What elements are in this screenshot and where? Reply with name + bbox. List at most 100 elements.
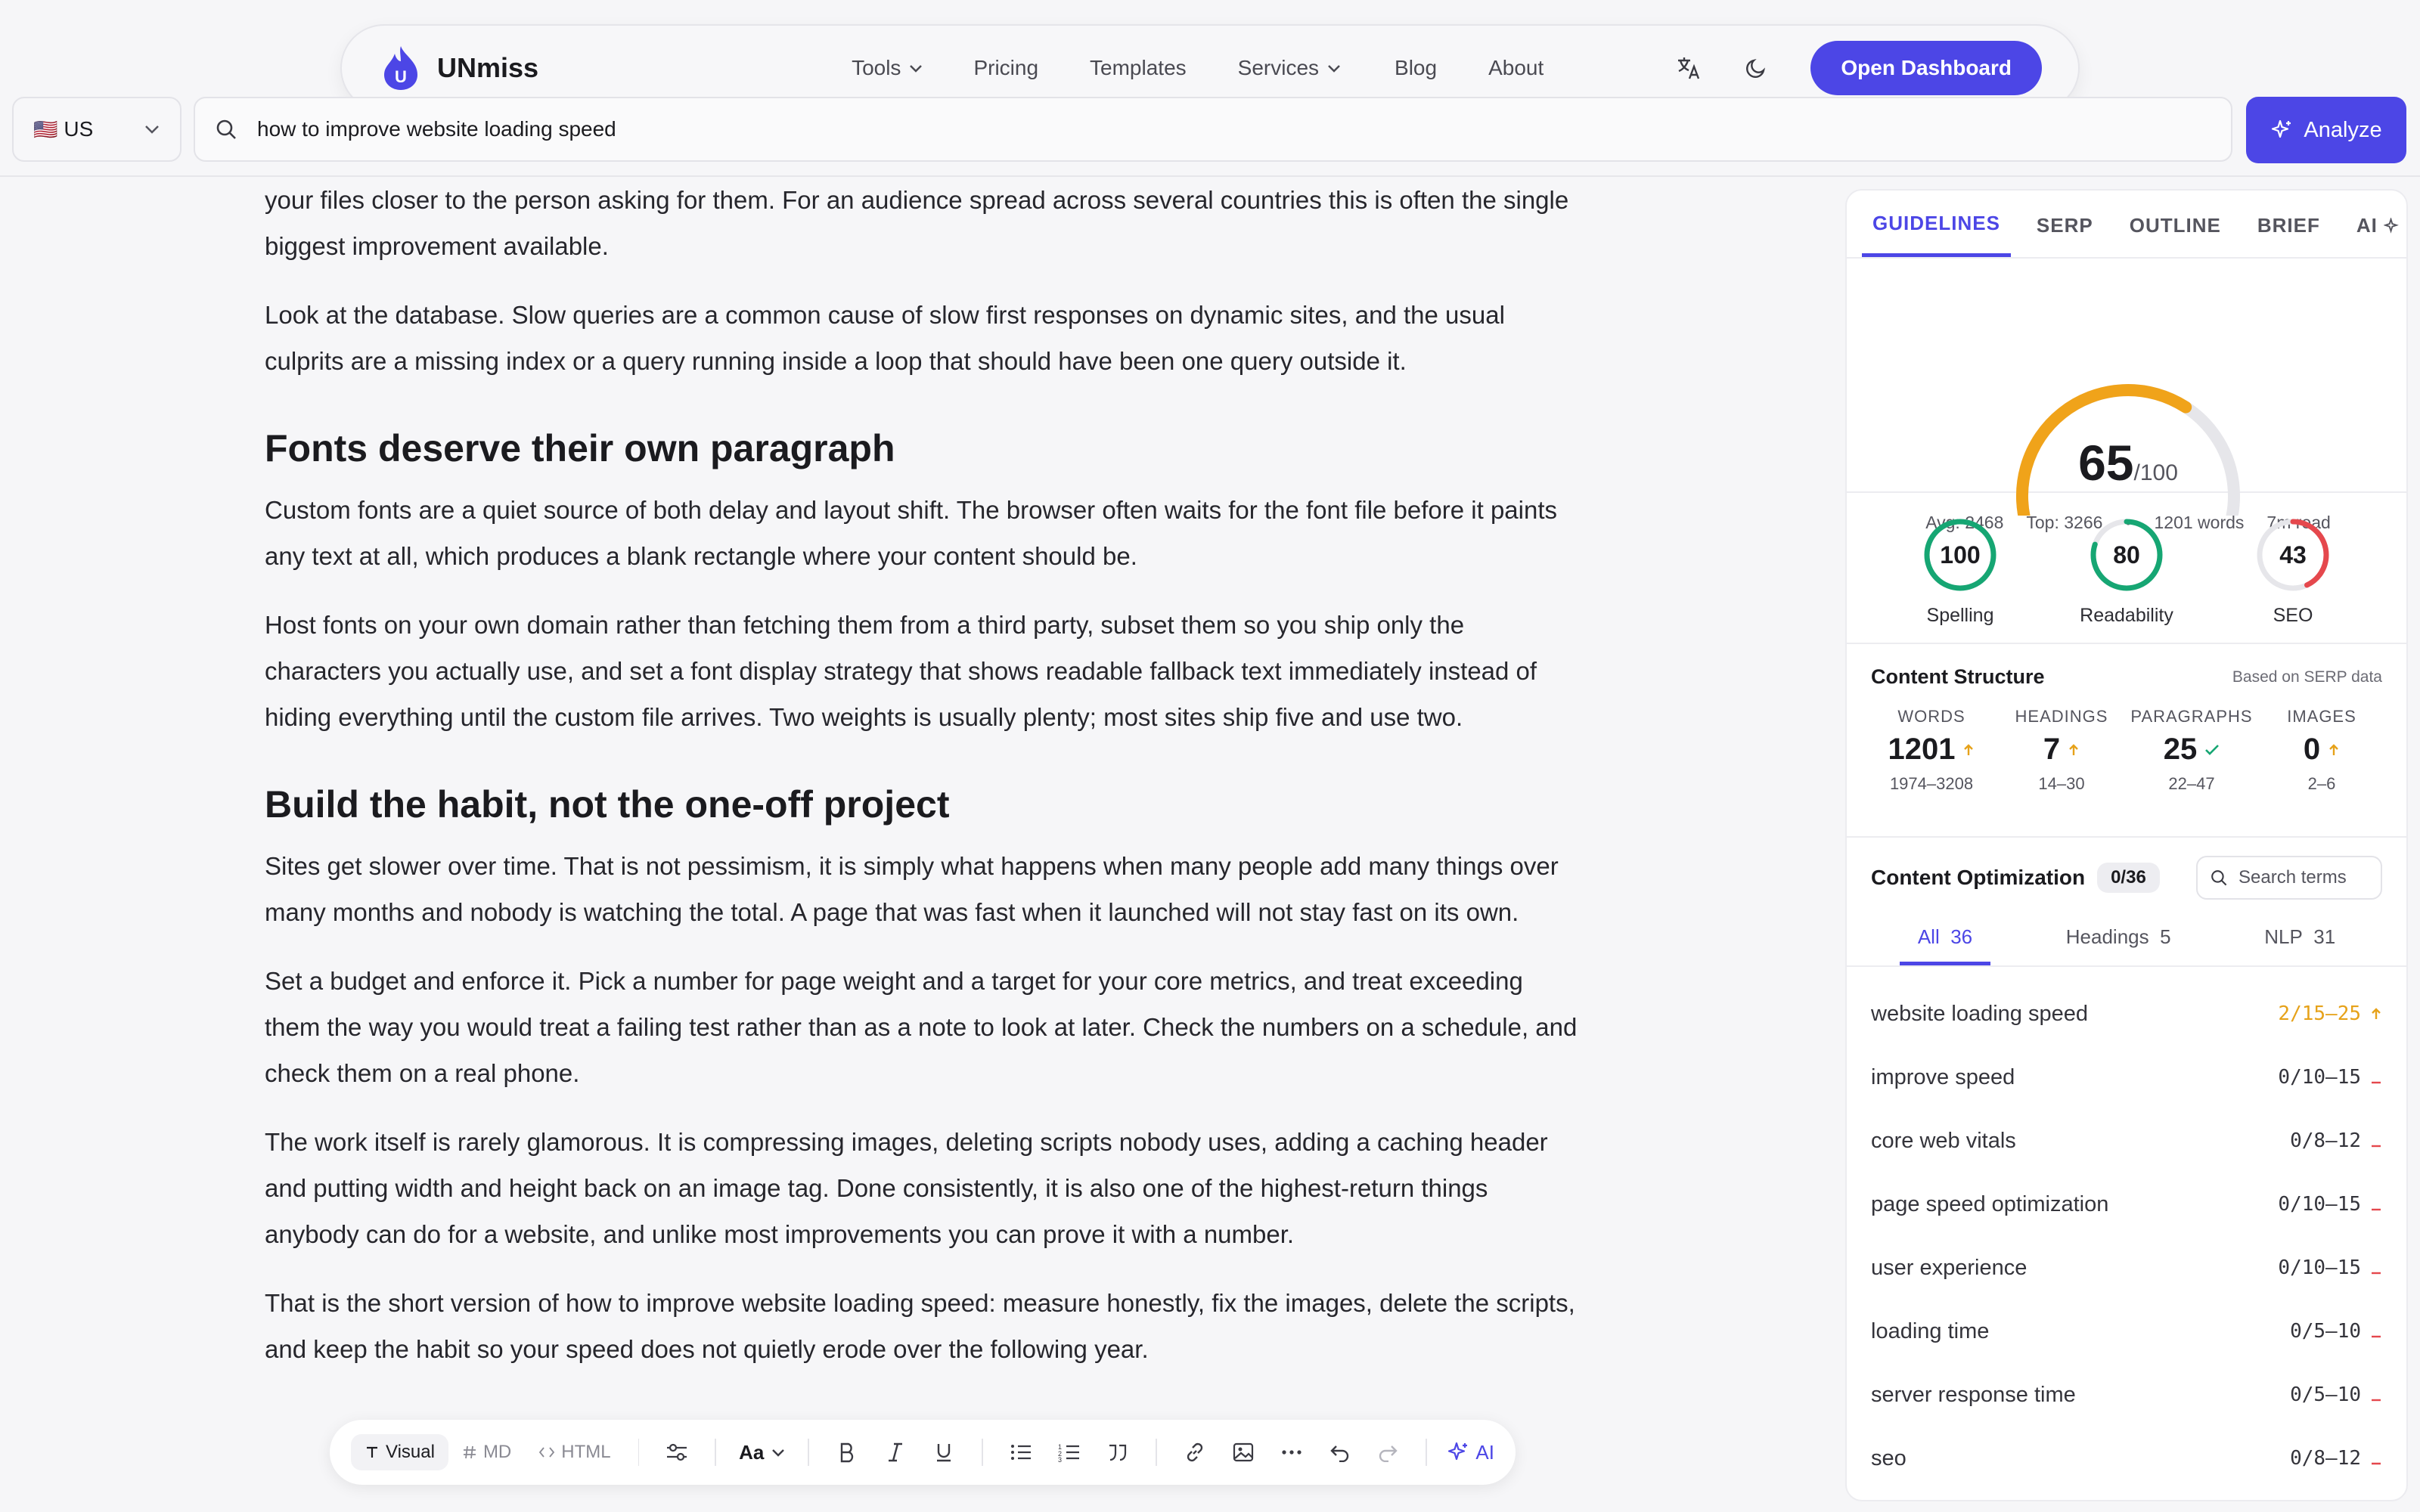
term-search-placeholder: Search terms [2238,867,2347,888]
analyze-button[interactable]: Analyze [2246,97,2406,163]
font-size-button[interactable]: Aa [730,1430,794,1475]
arrow-up-icon [2068,743,2080,757]
code-icon [538,1445,555,1460]
content-score: 65/100 Avg: 2468 Top: 3266 • 1201 words … [1847,259,2406,532]
hash-icon [462,1445,477,1460]
nav-pricing[interactable]: Pricing [973,56,1038,80]
structure-note: Based on SERP data [2232,668,2382,686]
term-row[interactable]: core web vitals 0/8–12 [1871,1109,2382,1173]
arrow-up-icon [2328,743,2340,757]
heading: Fonts deserve their own paragraph [265,427,895,469]
link-button[interactable] [1171,1430,1219,1475]
term-row[interactable]: improve speed 0/10–15 [1871,1046,2382,1109]
structure-range: 14–30 [2038,774,2085,793]
nav-about[interactable]: About [1488,56,1544,80]
quote-button[interactable] [1094,1430,1142,1475]
paragraph: your files closer to the person asking f… [265,186,1569,260]
nav-tools-label: Tools [852,56,901,79]
chevron-down-icon [1326,63,1342,73]
link-icon [1184,1441,1206,1464]
more-button[interactable] [1267,1430,1316,1475]
subtab-count: 36 [1950,925,1973,948]
settings-sliders-button[interactable] [653,1430,701,1475]
image-button[interactable] [1219,1430,1267,1475]
brand[interactable]: U UNmiss [381,45,538,91]
undo-button[interactable] [1316,1430,1364,1475]
structure-columns: WORDS 1201 1974–3208 HEADINGS 7 14–30 PARAGRAP… [1871,707,2382,794]
subtab-nlp[interactable]: NLP 31 [2246,916,2353,965]
numbered-list-button[interactable]: 123 [1045,1430,1094,1475]
term-row[interactable]: website loading speed 2/15–25 [1871,982,2382,1046]
tab-ai[interactable]: AI [2346,214,2406,257]
term-count: 0/10–15 [2278,1256,2361,1279]
term-name: core web vitals [1871,1128,2016,1153]
translate-icon[interactable] [1676,55,1702,81]
nav-services[interactable]: Services [1238,56,1342,80]
term-row[interactable]: loading time 0/5–10 [1871,1300,2382,1363]
chevron-down-icon [771,1448,785,1457]
keyword-search [194,97,2232,162]
tab-serp[interactable]: SERP [2026,214,2104,257]
subtab-label: NLP [2264,925,2303,948]
structure-label: IMAGES [2287,707,2356,726]
structure-range: 2–6 [2307,774,2336,793]
tab-brief[interactable]: BRIEF [2247,214,2331,257]
keyword-input[interactable] [257,117,2072,141]
structure-label: HEADINGS [2015,707,2108,726]
structure-headings: HEADINGS 7 14–30 [2001,707,2122,794]
check-icon [2204,744,2220,756]
us-flag-icon: 🇺🇸 [33,117,58,141]
ring-label: SEO [2273,605,2313,626]
term-row[interactable]: seo 0/8–12 [1871,1427,2382,1490]
score-number: 65 [2078,435,2134,491]
term-count: 0/10–15 [2278,1066,2361,1089]
nav-tools[interactable]: Tools [852,56,923,80]
bold-button[interactable] [823,1430,871,1475]
panel-tabs: GUIDELINES SERP OUTLINE BRIEF AI [1847,191,2406,259]
minus-icon [2361,1129,2382,1153]
term-row[interactable]: user experience 0/10–15 [1871,1236,2382,1300]
structure-number: 7 [2043,733,2061,766]
term-row[interactable]: page speed optimization 0/10–15 [1871,1173,2382,1236]
mode-html-button[interactable]: HTML [525,1434,624,1470]
svg-text:3: 3 [1058,1456,1062,1462]
ai-assist-label: AI [1475,1440,1494,1464]
italic-button[interactable] [871,1430,920,1475]
bullet-list-button[interactable] [997,1430,1045,1475]
search-icon [215,118,237,141]
nav-links: Tools Pricing Templates Services Blog Ab… [852,56,1544,80]
subtab-headings[interactable]: Headings 5 [2048,916,2189,965]
ai-assist-button[interactable]: AI [1447,1441,1494,1464]
term-name: improve speed [1871,1064,2015,1089]
mode-md-button[interactable]: MD [448,1434,525,1470]
mode-html-label: HTML [561,1442,611,1462]
italic-icon [886,1442,904,1463]
subtab-count: 31 [2313,925,2336,948]
score-words: 1201 words [2154,513,2245,532]
underline-button[interactable] [920,1430,968,1475]
numbered-list-icon: 123 [1058,1442,1081,1462]
redo-icon [1376,1442,1399,1462]
structure-words: WORDS 1201 1974–3208 [1871,707,1992,794]
content-editor[interactable]: your files closer to the person asking f… [265,177,1581,1512]
mode-md-label: MD [482,1442,512,1462]
mode-visual-button[interactable]: Visual [351,1434,448,1470]
toolbar-divider [808,1439,809,1466]
tab-outline[interactable]: OUTLINE [2119,214,2232,257]
quote-icon [1107,1442,1128,1462]
tab-guidelines[interactable]: GUIDELINES [1862,212,2011,257]
term-name: page speed optimization [1871,1191,2109,1216]
nav-templates[interactable]: Templates [1090,56,1187,80]
redo-button[interactable] [1364,1430,1413,1475]
open-dashboard-button[interactable]: Open Dashboard [1810,41,2042,95]
term-search[interactable]: Search terms [2196,856,2382,900]
score-denominator: /100 [2133,460,2178,485]
bold-icon [838,1442,856,1463]
moon-icon[interactable] [1744,56,1768,80]
country-label: US [64,117,94,141]
country-select[interactable]: 🇺🇸 US [12,97,182,162]
svg-text:U: U [395,67,407,86]
subtab-all[interactable]: All 36 [1899,916,1991,965]
nav-blog[interactable]: Blog [1395,56,1437,80]
term-row[interactable]: server response time 0/5–10 [1871,1363,2382,1427]
